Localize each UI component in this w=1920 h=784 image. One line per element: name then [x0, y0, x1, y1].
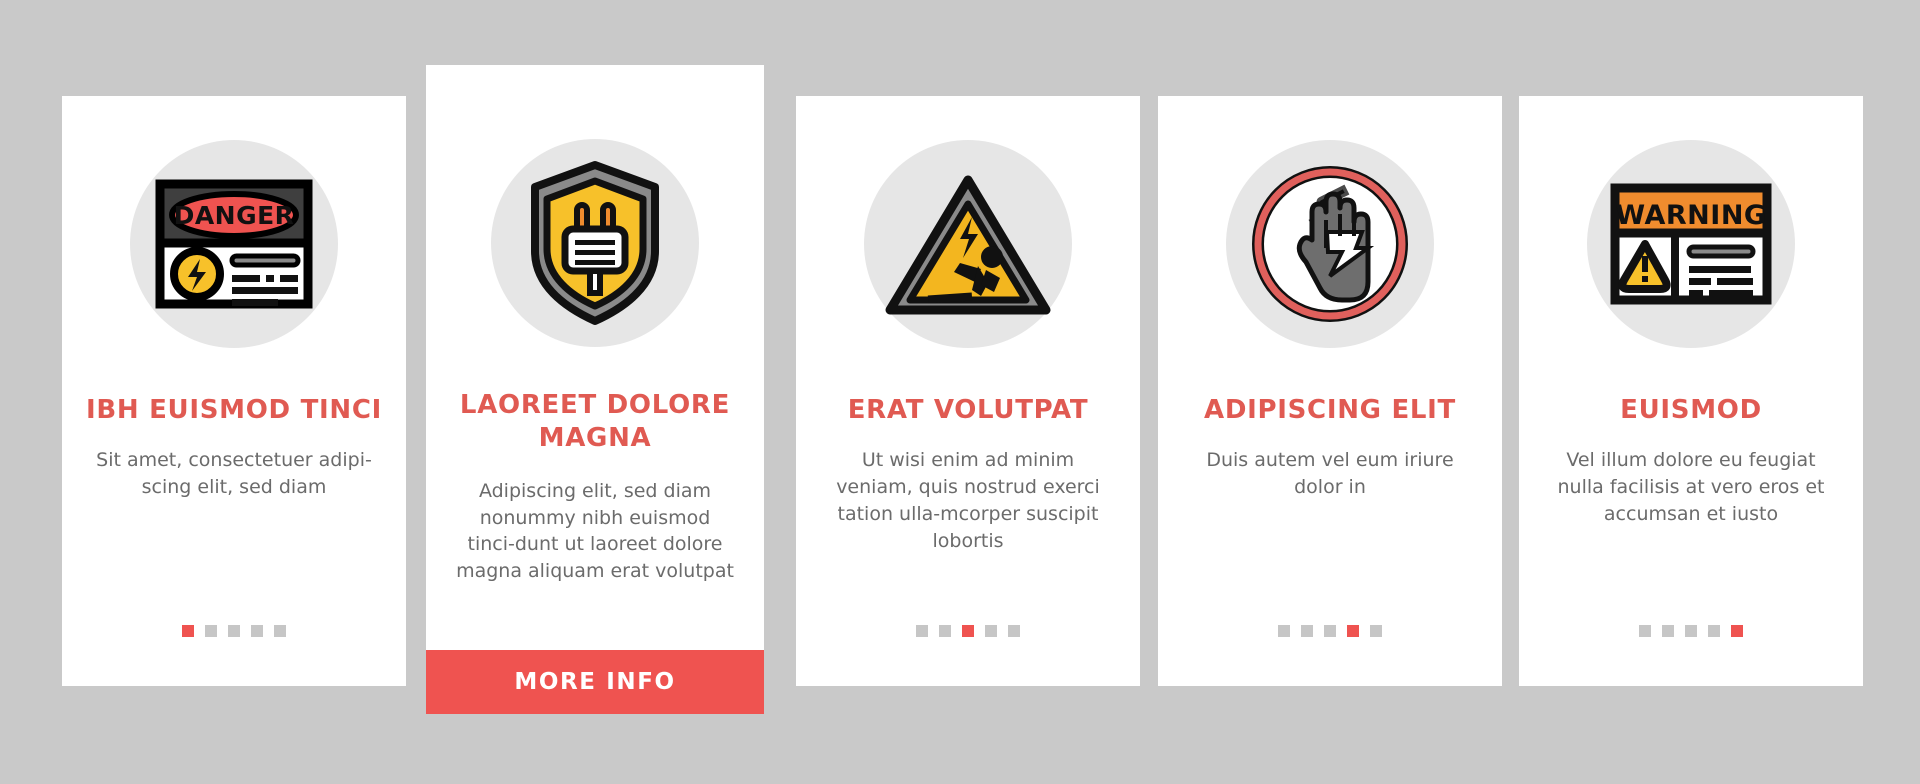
card-5-pagination-dots[interactable] — [1639, 625, 1743, 637]
card-1-pagination-dots[interactable] — [182, 625, 286, 637]
card-2-title: LAOREET DOLORE MAGNA — [459, 390, 731, 454]
pagination-dot-5[interactable] — [1731, 625, 1743, 637]
card-1-body: Sit amet, consectetuer adipi-scing elit,… — [96, 449, 372, 499]
card-5-body: Vel illum dolore eu feugiat nulla facili… — [1557, 449, 1825, 526]
danger-sign-icon: DANGER — [155, 179, 313, 309]
card-2-body: Adipiscing elit, sed diam nonummy nibh e… — [456, 479, 734, 583]
svg-text:DANGER: DANGER — [174, 201, 295, 230]
card-1-icon-area: DANGER — [130, 140, 338, 348]
onboarding-card-3[interactable]: ERAT VOLUTPAT Ut wisi enim ad minim veni… — [796, 96, 1140, 686]
warning-sign-icon: WARNING — [1610, 183, 1772, 305]
card-5-icon-area: WARNING — [1587, 140, 1795, 348]
card-3-title: ERAT VOLUTPAT — [847, 395, 1089, 425]
card-4-pagination-dots[interactable] — [1278, 625, 1382, 637]
pagination-dot-4[interactable] — [985, 625, 997, 637]
card-2-icon-area — [491, 139, 699, 347]
electric-shock-warning-triangle-icon — [885, 175, 1051, 315]
pagination-dot-3[interactable] — [962, 625, 974, 637]
pagination-dot-2[interactable] — [939, 625, 951, 637]
pagination-dot-5[interactable] — [1008, 625, 1020, 637]
pagination-dot-4[interactable] — [1708, 625, 1720, 637]
onboarding-card-2[interactable]: LAOREET DOLORE MAGNA Adipiscing elit, se… — [426, 65, 764, 714]
pagination-dot-1[interactable] — [1639, 625, 1651, 637]
pagination-dot-4[interactable] — [251, 625, 263, 637]
more-info-button[interactable]: MORE INFO — [426, 650, 764, 714]
card-3-body: Ut wisi enim ad minim veniam, quis nostr… — [836, 449, 1100, 553]
pagination-dot-3[interactable] — [1324, 625, 1336, 637]
card-3-pagination-dots[interactable] — [916, 625, 1020, 637]
pagination-dot-3[interactable] — [228, 625, 240, 637]
pagination-dot-2[interactable] — [205, 625, 217, 637]
shield-plug-icon — [531, 161, 659, 325]
card-4-icon-area — [1226, 140, 1434, 348]
pagination-dot-3[interactable] — [1685, 625, 1697, 637]
pagination-dot-1[interactable] — [182, 625, 194, 637]
pagination-dot-5[interactable] — [274, 625, 286, 637]
pagination-dot-4[interactable] — [1347, 625, 1359, 637]
onboarding-screens-stage: DANGER IBH EUISMOD TINCI Sit amet, conse… — [0, 0, 1920, 784]
onboarding-card-5[interactable]: WARNING EUISMOD Vel illum dolore eu feug… — [1519, 96, 1863, 686]
card-5-title: EUISMOD — [1620, 395, 1762, 425]
card-3-icon-area — [864, 140, 1072, 348]
pagination-dot-2[interactable] — [1301, 625, 1313, 637]
card-1-title: IBH EUISMOD TINCI — [85, 395, 382, 425]
onboarding-card-4[interactable]: ADIPISCING ELIT Duis autem vel eum iriur… — [1158, 96, 1502, 686]
onboarding-card-1[interactable]: DANGER IBH EUISMOD TINCI Sit amet, conse… — [62, 96, 406, 686]
svg-text:WARNING: WARNING — [1615, 200, 1766, 231]
no-hand-electric-shock-prohibition-icon — [1252, 166, 1408, 322]
card-4-body: Duis autem vel eum iriure dolor in — [1206, 449, 1454, 499]
card-4-title: ADIPISCING ELIT — [1204, 395, 1456, 425]
pagination-dot-1[interactable] — [916, 625, 928, 637]
pagination-dot-2[interactable] — [1662, 625, 1674, 637]
pagination-dot-5[interactable] — [1370, 625, 1382, 637]
pagination-dot-1[interactable] — [1278, 625, 1290, 637]
